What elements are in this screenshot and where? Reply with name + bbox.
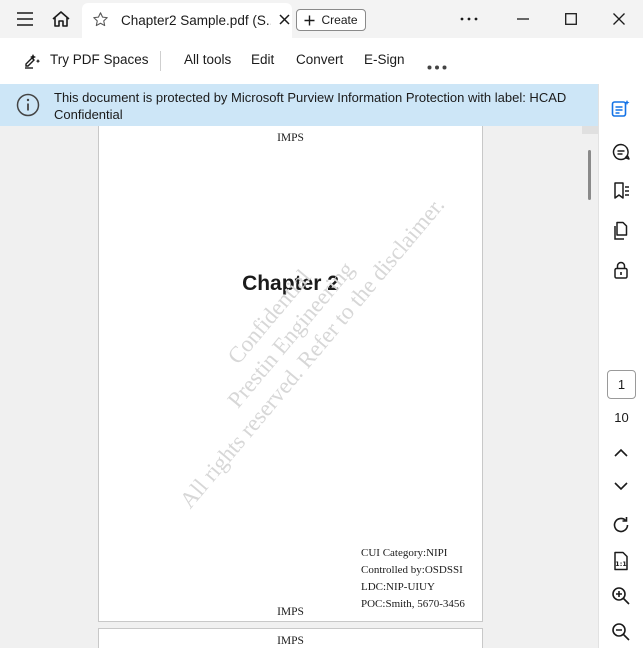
chevron-down-icon[interactable] xyxy=(610,475,632,497)
toolbar: Try PDF Spaces All tools Edit Convert E-… xyxy=(0,38,643,84)
try-pdf-spaces-button[interactable]: Try PDF Spaces xyxy=(50,52,149,67)
rotate-icon[interactable] xyxy=(610,514,632,536)
create-label: Create xyxy=(321,13,358,27)
star-icon[interactable] xyxy=(92,11,109,31)
plus-icon xyxy=(304,15,315,25)
info-icon xyxy=(16,93,40,121)
toolbar-divider xyxy=(160,51,161,71)
pdf-spaces-icon[interactable] xyxy=(23,50,43,73)
title-bar: Chapter2 Sample.pdf (S... Create xyxy=(0,0,643,38)
zoom-in-icon[interactable] xyxy=(610,585,632,607)
watermark-line: Confidential xyxy=(222,264,316,369)
esign-button[interactable]: E-Sign xyxy=(364,52,405,67)
document-viewport[interactable]: IMPS Chapter 2 Confidential Prestin Engi… xyxy=(0,126,582,648)
total-pages: 10 xyxy=(614,410,629,425)
watermark-line: Prestin Engineering xyxy=(222,256,359,413)
cui-block: CUI Category:NIPI Controlled by:OSDSSI L… xyxy=(361,545,465,613)
right-rail: 1 10 1:1 xyxy=(598,84,643,648)
cui-ldc: LDC:NIP-UIUY xyxy=(361,581,435,593)
zoom-out-icon[interactable] xyxy=(610,621,632,643)
document-tab[interactable]: Chapter2 Sample.pdf (S... xyxy=(82,3,292,38)
tab-title: Chapter2 Sample.pdf (S... xyxy=(121,13,271,28)
banner-text: This document is protected by Microsoft … xyxy=(54,90,567,122)
all-tools-button[interactable]: All tools xyxy=(184,52,231,67)
convert-button[interactable]: Convert xyxy=(296,52,343,67)
pdf-page-next: IMPS xyxy=(98,628,483,648)
maximize-icon[interactable] xyxy=(559,7,583,31)
scrollbar-thumb[interactable] xyxy=(588,150,591,200)
minimize-icon[interactable] xyxy=(511,7,535,31)
watermark: Confidential Prestin Engineering All rig… xyxy=(130,155,451,515)
edit-button[interactable]: Edit xyxy=(251,52,274,67)
hamburger-menu-icon[interactable] xyxy=(13,7,37,31)
lock-icon[interactable] xyxy=(610,259,632,281)
cui-controlled-by: Controlled by:OSDSSI xyxy=(361,564,463,576)
pdf-page: IMPS Chapter 2 Confidential Prestin Engi… xyxy=(98,126,483,622)
close-tab-icon[interactable] xyxy=(279,13,290,28)
watermark-line: All rights reserved. Refer to the discla… xyxy=(174,192,450,513)
create-button[interactable]: Create xyxy=(296,9,366,31)
more-tools-icon[interactable] xyxy=(427,58,447,73)
actual-size-icon[interactable]: 1:1 xyxy=(610,550,632,572)
bookmark-icon[interactable] xyxy=(610,180,632,202)
scrollbar-top-cap xyxy=(582,126,598,134)
current-page-input[interactable]: 1 xyxy=(607,370,636,399)
vertical-scrollbar[interactable] xyxy=(582,126,598,648)
next-page-header: IMPS xyxy=(277,635,304,647)
chevron-up-icon[interactable] xyxy=(610,441,632,463)
more-options-icon[interactable] xyxy=(457,7,481,31)
close-window-icon[interactable] xyxy=(607,7,631,31)
page-footer: IMPS xyxy=(277,606,304,618)
ai-assistant-icon[interactable] xyxy=(610,98,632,120)
pages-icon[interactable] xyxy=(610,220,632,242)
page-header: IMPS xyxy=(277,132,304,144)
home-icon[interactable] xyxy=(49,7,73,31)
comment-icon[interactable] xyxy=(610,141,632,163)
svg-text:1:1: 1:1 xyxy=(615,560,627,568)
cui-category: CUI Category:NIPI xyxy=(361,547,448,559)
protection-banner: This document is protected by Microsoft … xyxy=(0,84,598,126)
